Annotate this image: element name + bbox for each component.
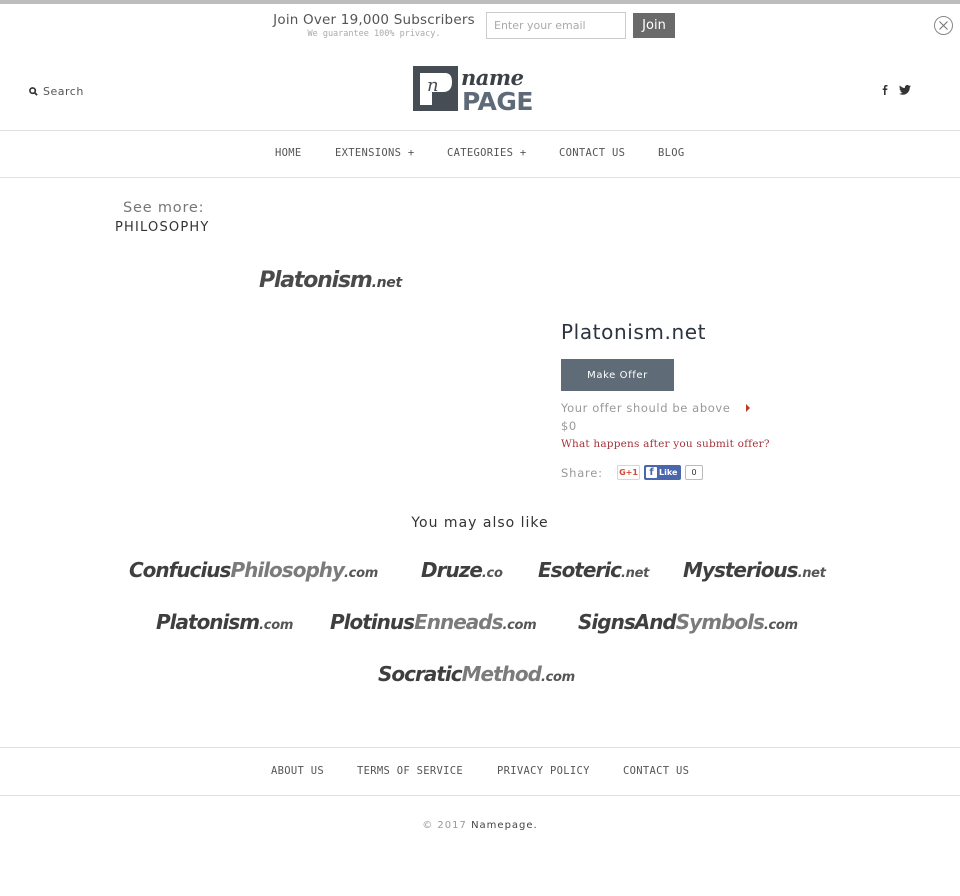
domain-tld: .co xyxy=(481,566,503,581)
see-more-label: See more: xyxy=(123,200,205,216)
nav-categories[interactable]: CATEGORIES + xyxy=(447,147,526,159)
domain-part: Symbols xyxy=(675,610,765,634)
facebook-like-button[interactable]: f Like xyxy=(644,465,681,480)
domain-tld: .com xyxy=(540,670,575,685)
related-domain[interactable]: SocraticMethod.com xyxy=(378,662,575,686)
nav-blog[interactable]: BLOG xyxy=(658,147,685,159)
domain-part: SignsAnd xyxy=(578,610,677,634)
domain-tld: .com xyxy=(502,618,537,633)
social-links xyxy=(882,85,911,95)
facebook-icon: f xyxy=(646,467,657,478)
logo[interactable]: n name PAGE xyxy=(412,64,552,116)
domain-part: Enneads xyxy=(414,610,503,634)
subscribe-title: Join Over 19,000 Subscribers xyxy=(273,12,475,28)
search-icon xyxy=(29,87,38,96)
facebook-like-label: Like xyxy=(659,468,678,477)
offer-help-link[interactable]: What happens after you submit offer? xyxy=(561,438,770,450)
footer-divider-bottom xyxy=(0,795,960,796)
domain-part: Socratic xyxy=(378,662,463,686)
caret-right-icon xyxy=(746,404,750,412)
header-divider xyxy=(0,130,960,131)
facebook-icon[interactable] xyxy=(882,85,888,95)
footer-about-us[interactable]: ABOUT US xyxy=(271,765,324,777)
wordmark-tld: .net xyxy=(371,275,403,291)
join-button[interactable]: Join xyxy=(633,13,675,38)
nav-divider xyxy=(0,177,960,178)
nav-contact-us[interactable]: CONTACT US xyxy=(559,147,625,159)
svg-text:n: n xyxy=(427,75,439,96)
domain-tld: .com xyxy=(259,618,294,633)
domain-part: Philosophy xyxy=(230,558,345,582)
footer-divider-top xyxy=(0,747,960,748)
subscribe-privacy-note: We guarantee 100% privacy. xyxy=(307,29,441,39)
product-title: Platonism.net xyxy=(561,320,707,344)
search-label: Search xyxy=(43,85,84,98)
svg-text:PAGE: PAGE xyxy=(462,87,533,112)
related-domain[interactable]: SignsAndSymbols.com xyxy=(578,610,798,634)
copyright: © 2017 Namepage. xyxy=(0,820,960,831)
subscribe-promo: Join Over 19,000 Subscribers We guarante… xyxy=(260,12,488,39)
related-domain[interactable]: Platonism.com xyxy=(156,610,293,634)
top-border xyxy=(0,0,960,4)
close-icon xyxy=(939,21,948,30)
main-nav: HOME EXTENSIONS + CATEGORIES + CONTACT U… xyxy=(0,147,960,161)
domain-part: Method xyxy=(461,662,542,686)
domain-part: Mysterious xyxy=(683,558,799,582)
email-input[interactable] xyxy=(486,12,626,39)
domain-wordmark-image: Platonism.net xyxy=(259,268,402,293)
nav-extensions[interactable]: EXTENSIONS + xyxy=(335,147,414,159)
offer-minimum-amount: $0 xyxy=(561,419,577,433)
related-domain[interactable]: Esoteric.net xyxy=(538,558,649,582)
domain-tld: .com xyxy=(763,618,798,633)
copyright-year: © 2017 xyxy=(422,820,467,831)
related-domain[interactable]: Mysterious.net xyxy=(683,558,826,582)
related-domain[interactable]: ConfuciusPhilosophy.com xyxy=(129,558,378,582)
footer-terms-of-service[interactable]: TERMS OF SERVICE xyxy=(357,765,463,777)
footer-privacy-policy[interactable]: PRIVACY POLICY xyxy=(497,765,590,777)
namepage-logo-mark: n name PAGE xyxy=(413,65,533,116)
domain-tld: .net xyxy=(797,566,826,581)
twitter-icon[interactable] xyxy=(899,85,911,95)
wordmark-name: Platonism xyxy=(259,268,373,293)
related-domain[interactable]: PlotinusEnneads.com xyxy=(330,610,537,634)
search-button[interactable]: Search xyxy=(29,85,84,98)
facebook-like-count: 0 xyxy=(685,465,703,480)
category-link[interactable]: PHILOSOPHY xyxy=(115,220,210,235)
google-plus-button[interactable]: G+1 xyxy=(617,465,640,480)
related-title: You may also like xyxy=(411,515,549,531)
offer-minimum-note: Your offer should be above xyxy=(561,401,731,415)
domain-part: Confucius xyxy=(129,558,231,582)
copyright-brand-link[interactable]: Namepage. xyxy=(471,820,538,831)
related-domain[interactable]: Druze.co xyxy=(421,558,503,582)
domain-tld: .com xyxy=(344,566,378,581)
google-plus-icon: G+1 xyxy=(619,468,638,477)
make-offer-button[interactable]: Make Offer xyxy=(561,359,674,391)
domain-part: Platonism xyxy=(156,610,260,634)
domain-tld: .net xyxy=(621,566,650,581)
share-label: Share: xyxy=(561,466,603,480)
footer-contact-us[interactable]: CONTACT US xyxy=(623,765,689,777)
nav-home[interactable]: HOME xyxy=(275,147,302,159)
domain-part: Esoteric xyxy=(538,558,622,582)
domain-part: Plotinus xyxy=(330,610,415,634)
domain-part: Druze xyxy=(421,558,483,582)
close-button[interactable] xyxy=(934,16,953,35)
